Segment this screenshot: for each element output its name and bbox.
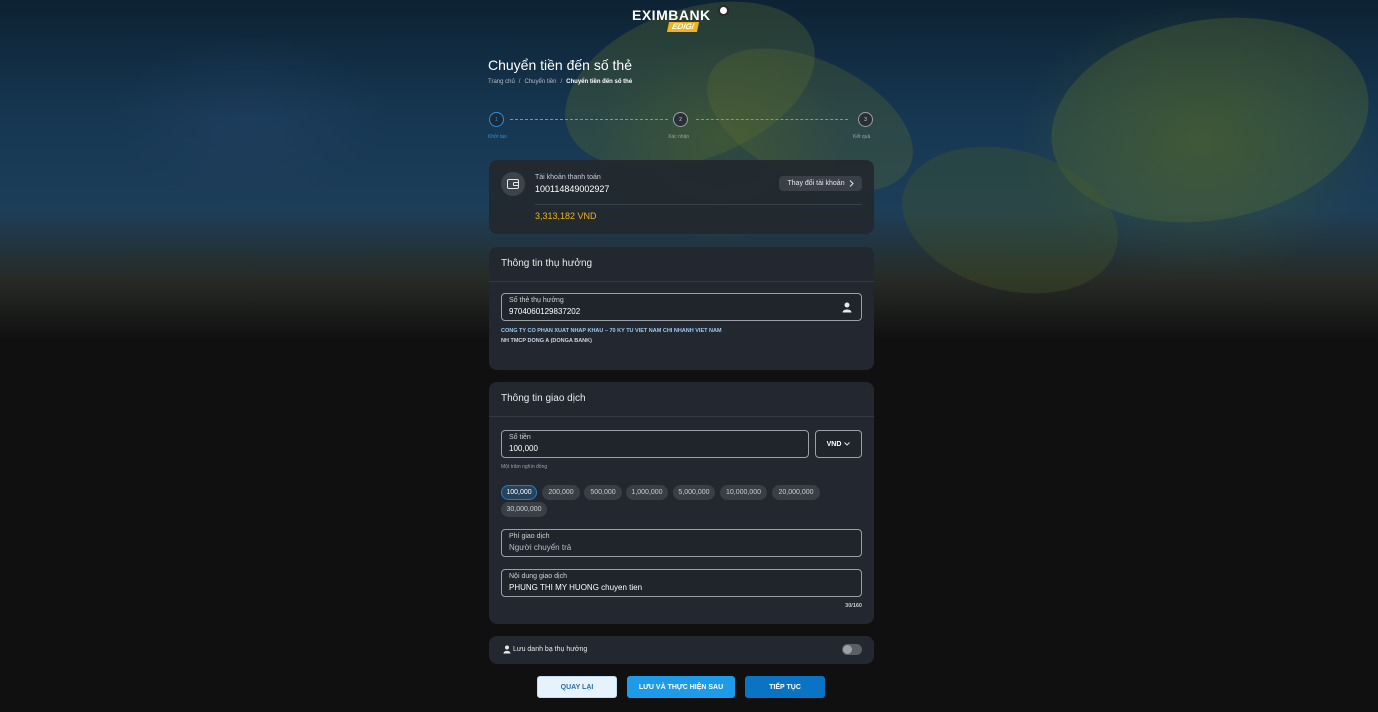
step-connector — [510, 119, 668, 120]
character-counter: 30/160 — [845, 603, 862, 609]
beneficiary-card-field[interactable]: Số thẻ thụ hưởng 9704060129837202 — [501, 293, 862, 321]
amount-chip[interactable]: 5,000,000 — [673, 485, 715, 500]
amount-chip[interactable]: 500,000 — [584, 485, 622, 500]
page-title: Chuyển tiền đến số thẻ — [488, 57, 632, 73]
beneficiary-card: Thông tin thụ hưởng Số thẻ thụ hưởng 970… — [489, 247, 874, 370]
step-2-indicator: 2 — [673, 112, 688, 127]
logo-text: EXIMBANK — [632, 7, 711, 23]
save-contact-toggle[interactable] — [842, 644, 862, 655]
breadcrumb: Trang chủ / Chuyển tiền / Chuyển tiền đế… — [488, 79, 632, 85]
save-contact-row: Lưu danh bạ thụ hưởng — [489, 636, 874, 664]
field-value: PHUNG THI MY HUONG chuyen tien — [509, 583, 643, 592]
step-connector — [696, 119, 848, 120]
chevron-down-icon — [844, 442, 851, 446]
transaction-card: Thông tin giao dịch Số tiền 100,000 VND … — [489, 382, 874, 624]
step-3-label: Kết quả — [853, 134, 871, 140]
continue-button[interactable]: TIẾP TỤC — [745, 676, 825, 698]
amount-chip[interactable]: 1,000,000 — [626, 485, 668, 500]
logo-sub-text: EDIGI — [666, 22, 699, 32]
field-label: Số thẻ thụ hưởng — [509, 297, 564, 304]
breadcrumb-separator: / — [560, 79, 563, 85]
eximbank-logo[interactable]: EXIMBANK EDIGI — [632, 5, 732, 33]
amount-chip[interactable]: 30,000,000 — [501, 502, 547, 517]
transaction-header: Thông tin giao dịch — [489, 382, 874, 417]
chevron-right-icon — [849, 180, 854, 187]
save-contact-label-group: Lưu danh bạ thụ hưởng — [503, 645, 587, 654]
account-number: 100114849002927 — [535, 184, 610, 194]
save-later-button[interactable]: LƯU VÀ THỰC HIỆN SAU — [627, 676, 735, 698]
amount-in-words: Một trăm nghìn đồng — [501, 464, 548, 470]
currency-select[interactable]: VND — [815, 430, 862, 458]
divider — [535, 204, 862, 205]
fee-field[interactable]: Phí giao dịch Người chuyển trả — [501, 529, 862, 557]
amount-chip[interactable]: 20,000,000 — [772, 485, 820, 500]
content-field[interactable]: Nội dung giao dịch PHUNG THI MY HUONG ch… — [501, 569, 862, 597]
back-button[interactable]: QUAY LẠI — [537, 676, 617, 698]
amount-chip[interactable]: 100,000 — [501, 485, 537, 500]
account-label: Tài khoản thanh toán — [535, 174, 601, 181]
field-value: Người chuyển trả — [509, 543, 572, 552]
currency-value: VND — [826, 440, 842, 448]
beneficiary-bank: NH TMCP DONG A (DONGA BANK) — [501, 338, 592, 344]
field-label: Nội dung giao dịch — [509, 573, 567, 580]
field-label: Phí giao dịch — [509, 533, 550, 540]
field-value: 100,000 — [509, 444, 538, 453]
user-icon — [503, 645, 511, 654]
source-account-card: Tài khoản thanh toán 100114849002927 Tha… — [489, 160, 874, 234]
breadcrumb-home[interactable]: Trang chủ — [488, 79, 515, 85]
beneficiary-header: Thông tin thụ hưởng — [489, 247, 874, 282]
breadcrumb-separator: / — [518, 79, 521, 85]
step-3-indicator: 3 — [858, 112, 873, 127]
breadcrumb-section[interactable]: Chuyển tiền — [524, 79, 556, 85]
amount-field[interactable]: Số tiền 100,000 — [501, 430, 809, 458]
beneficiary-name: CONG TY CO PHAN XUAT NHAP KHAU – 70 KY T… — [501, 328, 722, 334]
stepper: 1 2 3 Khởi tạo Xác nhận Kết quả — [488, 112, 874, 144]
person-icon[interactable] — [842, 302, 852, 313]
amount-chip[interactable]: 200,000 — [542, 485, 580, 500]
logo-ball-icon — [718, 5, 729, 16]
field-label: Số tiền — [509, 434, 531, 441]
breadcrumb-current: Chuyển tiền đến số thẻ — [566, 79, 633, 85]
account-balance: 3,313,182 VND — [535, 211, 597, 221]
step-2-label: Xác nhận — [668, 134, 690, 140]
step-1-label: Khởi tạo — [488, 134, 507, 140]
save-contact-label: Lưu danh bạ thụ hưởng — [513, 646, 588, 653]
wallet-icon — [501, 172, 525, 196]
change-account-button[interactable]: Thay đổi tài khoản — [779, 176, 862, 191]
field-value: 9704060129837202 — [509, 307, 581, 316]
amount-chip[interactable]: 10,000,000 — [720, 485, 767, 500]
toggle-knob — [843, 645, 852, 654]
change-account-label: Thay đổi tài khoản — [787, 180, 845, 187]
step-1-indicator: 1 — [489, 112, 504, 127]
